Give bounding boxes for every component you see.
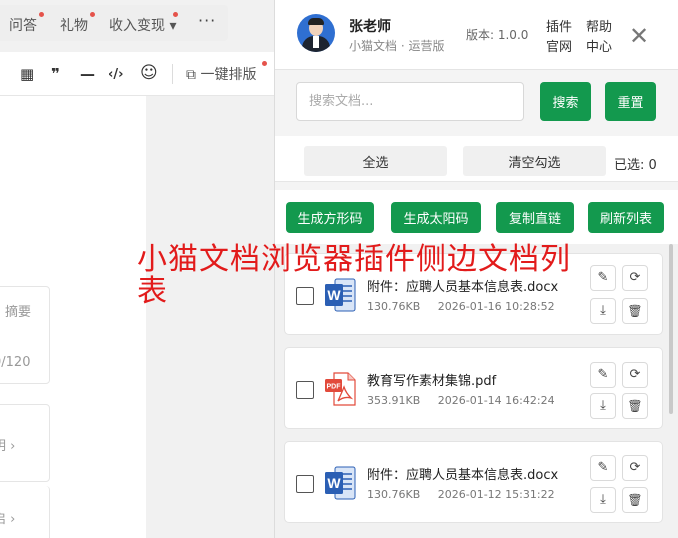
quote-icon[interactable]: ❞ (51, 65, 60, 83)
overlay-caption: 小猫文档浏览器插件侧边文档列表 (137, 242, 571, 309)
summary-counter: 0/120 (0, 355, 31, 370)
table-icon[interactable]: ▦ (20, 65, 34, 83)
clear-selection-button[interactable]: 清空勾选 (463, 146, 606, 176)
format-button[interactable]: ⧉ 一键排版 (186, 64, 256, 84)
summary-card: 摘要 0/120 (0, 286, 50, 384)
reset-button[interactable]: 重置 (605, 82, 656, 121)
delete-icon[interactable]: 🗑 (622, 298, 648, 324)
panel-header: 张老师 小猫文档 · 运营版 版本: 1.0.0 插件 帮助 官网 中心 ✕ (275, 0, 678, 70)
format-badge (262, 61, 267, 66)
file-item[interactable]: W 附件：应聘人员基本信息表.docx 130.76KB 2026-01-12 … (284, 441, 663, 523)
more-icon[interactable]: ··· (198, 11, 216, 30)
user-subtitle: 小猫文档 · 运营版 (349, 39, 445, 53)
editor-toolbar: ▦ ❞ — ‹/› ☺ ⧉ 一键排版 (0, 52, 276, 96)
code-icon[interactable]: ‹/› (108, 67, 123, 82)
settings-card: 明 › (0, 404, 50, 482)
download-icon[interactable]: ⤓ (590, 298, 616, 324)
summary-label: 摘要 (5, 305, 32, 320)
edit-icon[interactable]: ✎ (590, 265, 616, 291)
avatar (297, 14, 335, 52)
nav-monetize[interactable]: 收入变现 ▾ (109, 12, 178, 35)
file-name: 教育写作素材集锦.pdf (367, 374, 497, 389)
version-label: 版本: 1.0.0 (466, 28, 529, 42)
edit-icon[interactable]: ✎ (590, 362, 616, 388)
help-link[interactable]: 帮助 (586, 16, 612, 35)
format-icon: ⧉ (186, 67, 196, 83)
refresh-icon[interactable]: ⟳ (622, 455, 648, 481)
file-date: 2026-01-12 15:31:22 (437, 488, 555, 501)
close-icon[interactable]: ✕ (629, 24, 649, 48)
username: 张老师 (349, 19, 391, 35)
generate-square-code-button[interactable]: 生成方形码 (286, 202, 374, 233)
nav-monetize-badge (173, 12, 178, 17)
svg-text:W: W (327, 475, 341, 491)
selection-bar: 全选 清空勾选 已选: 0 (275, 136, 678, 182)
file-item[interactable]: PDF 教育写作素材集锦.pdf 353.91KB 2026-01-14 16:… (284, 347, 663, 429)
copy-link-button[interactable]: 复制直链 (496, 202, 574, 233)
file-size: 130.76KB (367, 488, 421, 501)
center-link[interactable]: 中心 (586, 36, 612, 55)
selected-count: 已选: 0 (614, 158, 657, 173)
refresh-icon[interactable]: ⟳ (622, 265, 648, 291)
toolbar-separator (172, 64, 173, 84)
file-checkbox[interactable] (296, 381, 314, 399)
delete-icon[interactable]: 🗑 (622, 393, 648, 419)
nav-qa-badge (39, 12, 44, 17)
select-all-button[interactable]: 全选 (304, 146, 447, 176)
settings-card-2: 启 › (0, 486, 50, 538)
generate-sun-code-button[interactable]: 生成太阳码 (391, 202, 481, 233)
nav-gift-badge (90, 12, 95, 17)
file-meta: 353.91KB 2026-01-14 16:42:24 (367, 394, 569, 407)
file-meta: 130.76KB 2026-01-12 15:31:22 (367, 488, 569, 501)
website-link[interactable]: 官网 (546, 36, 572, 55)
nav-qa[interactable]: 问答 (9, 12, 44, 35)
download-icon[interactable]: ⤓ (590, 487, 616, 513)
refresh-icon[interactable]: ⟳ (622, 362, 648, 388)
top-nav: 问答 礼物 收入变现 ▾ ··· (0, 5, 228, 41)
divider-icon[interactable]: — (80, 65, 95, 83)
refresh-list-button[interactable]: 刷新列表 (588, 202, 664, 233)
file-date: 2026-01-14 16:42:24 (437, 394, 555, 407)
search-button[interactable]: 搜索 (540, 82, 591, 121)
document-area: 摘要 0/120 明 › 启 › (0, 96, 146, 538)
svg-text:PDF: PDF (327, 384, 342, 391)
emoji-icon[interactable]: ☺ (140, 63, 158, 83)
plugin-link[interactable]: 插件 (546, 16, 572, 35)
download-icon[interactable]: ⤓ (590, 393, 616, 419)
word-file-icon: W (325, 466, 356, 500)
edit-icon[interactable]: ✎ (590, 455, 616, 481)
nav-gift[interactable]: 礼物 (60, 12, 95, 35)
editor-margin (146, 96, 276, 538)
pdf-file-icon: PDF (325, 372, 356, 406)
file-checkbox[interactable] (296, 475, 314, 493)
list-scrollbar[interactable] (669, 244, 673, 414)
format-label: 一键排版 (200, 67, 257, 83)
file-size: 353.91KB (367, 394, 421, 407)
explain-link[interactable]: 明 › (0, 435, 15, 454)
file-name: 附件：应聘人员基本信息表.docx (367, 468, 559, 483)
enable-link[interactable]: 启 › (0, 508, 15, 527)
search-input[interactable] (296, 82, 524, 121)
action-bar: 生成方形码 生成太阳码 复制直链 刷新列表 (275, 190, 678, 244)
delete-icon[interactable]: 🗑 (622, 487, 648, 513)
